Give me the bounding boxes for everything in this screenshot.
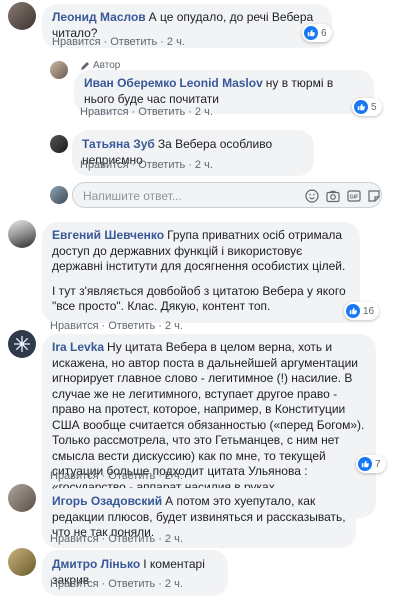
emoji-icon[interactable] <box>305 189 319 203</box>
like-icon <box>358 457 372 471</box>
comment-actions: Нравится · Ответить · 2 ч. <box>80 159 213 171</box>
avatar[interactable] <box>8 220 36 248</box>
avatar[interactable] <box>8 548 36 576</box>
reply-input[interactable]: Напишите ответ... GIF <box>72 182 382 208</box>
avatar[interactable] <box>50 135 68 153</box>
comment-actions: Нравится · Ответить · 2 ч. <box>50 320 183 332</box>
comment-bubble: Евгений Шевченко Група приватних осіб отр… <box>42 222 360 323</box>
like-link[interactable]: Нравится <box>52 36 101 48</box>
sticker-icon[interactable] <box>367 189 381 203</box>
avatar[interactable] <box>8 330 36 358</box>
reaction-count[interactable]: 7 <box>356 455 386 473</box>
comment-actions: Нравится · Ответить · 2 ч. <box>50 470 183 482</box>
reply-link[interactable]: Ответить <box>108 533 155 545</box>
gif-icon[interactable]: GIF <box>347 189 361 203</box>
comment-actions: Нравится · Ответить · 2 ч. <box>52 36 185 48</box>
comment-actions: Нравится · Ответить · 2 ч. <box>50 533 183 545</box>
svg-text:GIF: GIF <box>350 195 359 201</box>
comment-text: Ну цитата Вебера в целом верна, хоть и и… <box>52 340 365 509</box>
reaction-count[interactable]: 5 <box>352 98 382 116</box>
snowflake-icon <box>14 336 30 352</box>
reply-link[interactable]: Ответить <box>108 470 155 482</box>
like-link[interactable]: Нравится <box>80 159 129 171</box>
timestamp[interactable]: 2 ч. <box>165 470 183 482</box>
like-link[interactable]: Нравится <box>80 106 129 118</box>
like-link[interactable]: Нравится <box>50 470 99 482</box>
like-icon <box>346 304 360 318</box>
comment-author[interactable]: Игорь Озадовский <box>52 494 162 508</box>
avatar <box>50 186 68 204</box>
avatar[interactable] <box>50 61 68 79</box>
reply-link[interactable]: Ответить <box>108 578 155 590</box>
comment-author[interactable]: Ira Levka <box>52 340 104 354</box>
timestamp[interactable]: 2 ч. <box>167 36 185 48</box>
like-icon <box>304 26 318 40</box>
like-link[interactable]: Нравится <box>50 320 99 332</box>
comment-author[interactable]: Татьяна Зуб <box>82 137 155 151</box>
comment-author[interactable]: Леонид Маслов <box>52 10 146 24</box>
avatar[interactable] <box>8 484 36 512</box>
comment-author[interactable]: Евгений Шевченко <box>52 228 164 242</box>
timestamp[interactable]: 2 ч. <box>195 106 213 118</box>
reply-link[interactable]: Ответить <box>108 320 155 332</box>
like-icon <box>354 100 368 114</box>
mention-link[interactable]: Leonid Maslov <box>179 76 262 90</box>
pencil-icon <box>80 61 90 71</box>
timestamp[interactable]: 2 ч. <box>165 320 183 332</box>
comment-text-paragraph: І тут з'являється довбойоб з цитатою Веб… <box>52 283 346 314</box>
avatar[interactable] <box>8 2 36 30</box>
reply-link[interactable]: Ответить <box>138 106 185 118</box>
reply-link[interactable]: Ответить <box>138 159 185 171</box>
reply-placeholder: Напишите ответ... <box>83 189 182 203</box>
comment-author[interactable]: Иван Оберемко <box>84 76 176 90</box>
timestamp[interactable]: 2 ч. <box>165 533 183 545</box>
reaction-count[interactable]: 6 <box>302 24 332 42</box>
reaction-count[interactable]: 16 <box>344 302 380 320</box>
camera-icon[interactable] <box>326 189 340 203</box>
timestamp[interactable]: 2 ч. <box>165 578 183 590</box>
like-link[interactable]: Нравится <box>50 578 99 590</box>
timestamp[interactable]: 2 ч. <box>195 159 213 171</box>
like-link[interactable]: Нравится <box>50 533 99 545</box>
reply-link[interactable]: Ответить <box>110 36 157 48</box>
comment-author[interactable]: Дмитро Лінько <box>52 557 140 571</box>
comment-actions: Нравится · Ответить · 2 ч. <box>50 578 183 590</box>
comment-actions: Нравится · Ответить · 2 ч. <box>80 106 213 118</box>
